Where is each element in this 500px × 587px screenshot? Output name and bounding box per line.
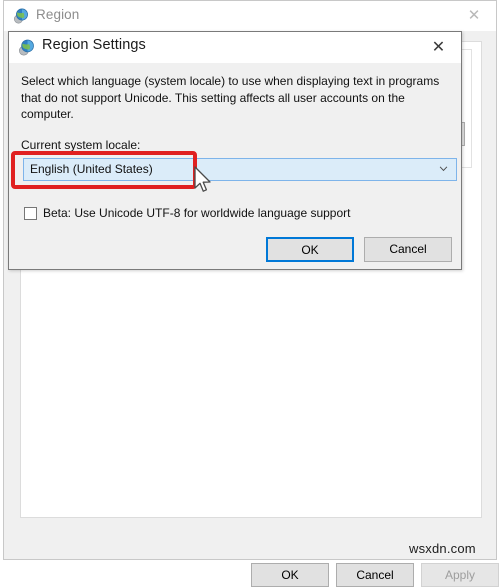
- globe-icon: [14, 8, 28, 24]
- current-system-locale-label: Current system locale:: [21, 138, 141, 152]
- system-locale-combobox[interactable]: English (United States): [23, 158, 457, 181]
- beta-utf8-label: Beta: Use Unicode UTF-8 for worldwide la…: [43, 206, 351, 220]
- globe-icon: [19, 39, 34, 56]
- region-close-button[interactable]: ✕: [452, 1, 496, 31]
- region-window-title: Region: [36, 7, 80, 22]
- dialog-body: Select which language (system locale) to…: [9, 63, 461, 269]
- dialog-description: Select which language (system locale) to…: [21, 74, 440, 121]
- system-locale-selected-value: English (United States): [30, 162, 153, 176]
- beta-utf8-checkbox[interactable]: [24, 206, 37, 220]
- dialog-title: Region Settings: [42, 37, 146, 53]
- dialog-ok-button[interactable]: OK: [266, 237, 354, 262]
- dialog-cancel-button[interactable]: Cancel: [364, 237, 452, 262]
- chevron-down-icon: [439, 166, 448, 172]
- region-settings-dialog: Region Settings ✕ Select which language …: [8, 31, 462, 270]
- watermark-text: wsxdn.com: [409, 541, 476, 556]
- region-title-bar: Region ✕: [4, 1, 496, 31]
- beta-utf8-checkbox-row[interactable]: Beta: Use Unicode UTF-8 for worldwide la…: [24, 206, 351, 220]
- region-ok-button[interactable]: OK: [251, 563, 329, 587]
- dialog-title-bar: Region Settings ✕: [9, 32, 461, 63]
- dialog-close-button[interactable]: ✕: [416, 32, 461, 63]
- region-cancel-button[interactable]: Cancel: [336, 563, 414, 587]
- region-apply-button: Apply: [421, 563, 499, 587]
